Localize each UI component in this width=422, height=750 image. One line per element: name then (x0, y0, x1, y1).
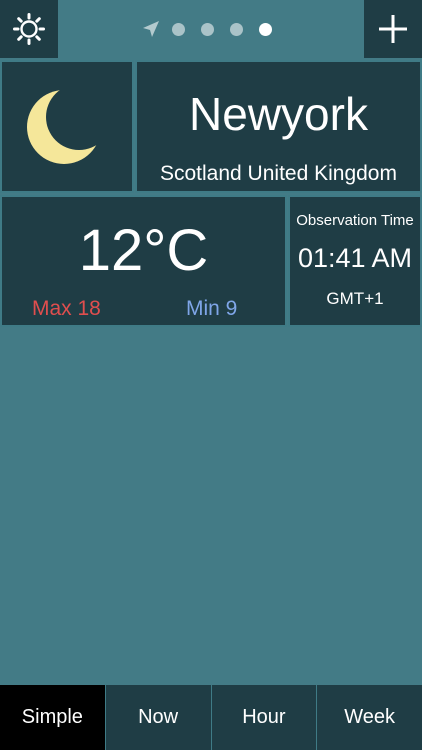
crescent-moon-icon (27, 90, 101, 164)
gear-icon (13, 13, 45, 45)
add-city-button[interactable] (364, 0, 422, 58)
city-name: Newyork (189, 88, 368, 140)
top-bar (0, 0, 422, 58)
observation-label: Observation Time (296, 212, 414, 229)
tab-simple[interactable]: Simple (0, 685, 105, 750)
page-dot[interactable] (230, 22, 243, 36)
plus-icon (379, 15, 407, 43)
page-dot-active[interactable] (259, 22, 272, 36)
tab-hour[interactable]: Hour (210, 685, 317, 750)
page-dot[interactable] (172, 22, 185, 36)
settings-button[interactable] (0, 0, 58, 58)
location-arrow-icon (143, 21, 159, 37)
bottom-tab-bar: Simple Now Hour Week (0, 685, 422, 750)
page-indicator[interactable] (142, 19, 288, 39)
min-temperature: Min 9 (186, 297, 238, 320)
current-temperature: 12°C (78, 218, 209, 283)
observation-time: 01:41 AM (297, 243, 413, 273)
page-dot[interactable] (201, 22, 214, 36)
tab-now[interactable]: Now (104, 685, 211, 750)
condition-panel (0, 60, 134, 193)
timezone-label: GMT+1 (326, 289, 384, 308)
max-temperature: Max 18 (32, 297, 101, 320)
tab-week[interactable]: Week (316, 685, 422, 750)
city-region: Scotland United Kingdom (160, 162, 397, 185)
